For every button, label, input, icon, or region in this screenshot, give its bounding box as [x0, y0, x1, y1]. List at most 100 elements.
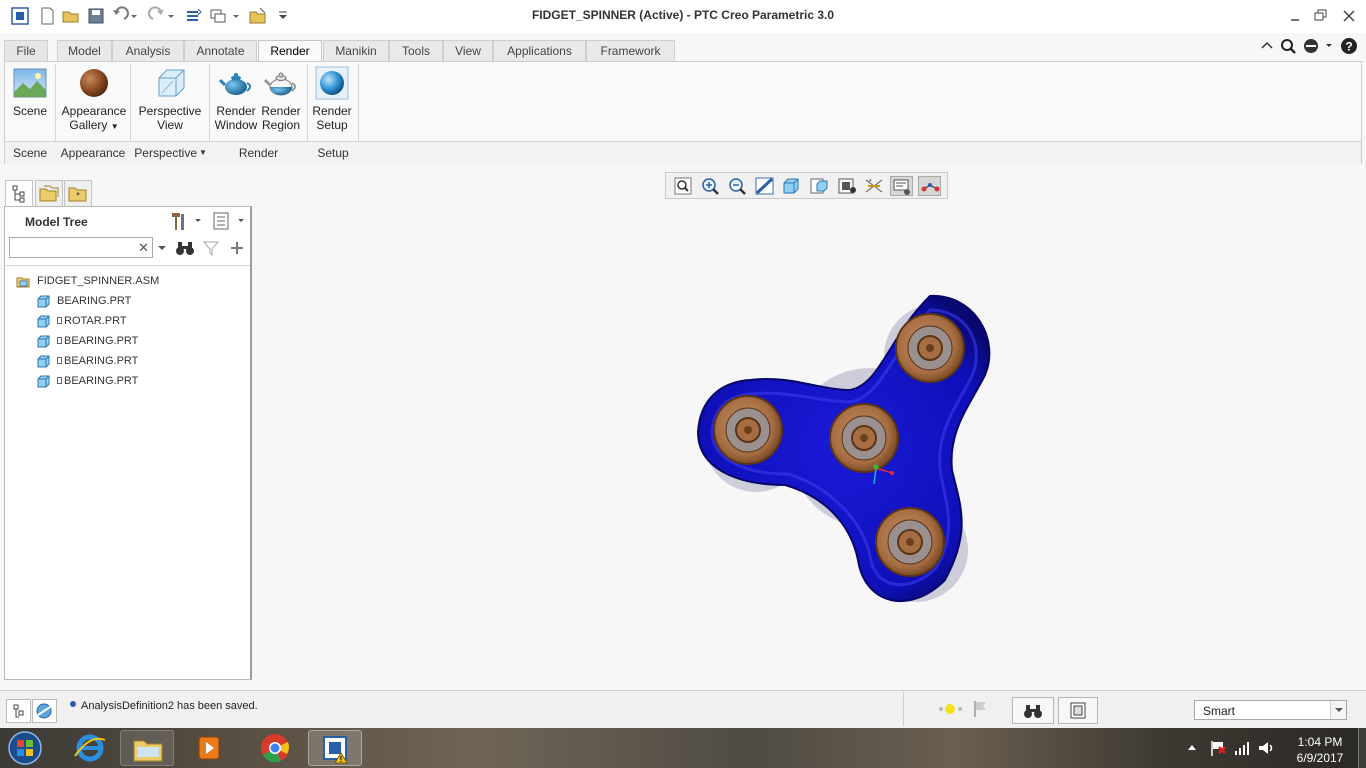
tree-item-part[interactable]: BEARING.PRT: [36, 292, 226, 310]
chrome-icon[interactable]: [248, 730, 302, 766]
scene-label: Scene: [12, 104, 48, 118]
tree-item-part[interactable]: ROTAR.PRT: [36, 312, 226, 330]
render-region-label-2: Region: [261, 118, 301, 132]
annotation-display-icon[interactable]: [890, 176, 913, 196]
tab-tools[interactable]: Tools: [389, 40, 443, 62]
render-setup-button[interactable]: Render Setup: [310, 66, 354, 132]
file-menu[interactable]: File ▼: [4, 40, 48, 77]
tab-annotate[interactable]: Annotate: [184, 40, 257, 62]
teapot-icon: [219, 66, 253, 100]
search-icon[interactable]: [1279, 37, 1297, 55]
group-perspective[interactable]: Perspective: [131, 146, 197, 160]
add-column-icon[interactable]: [228, 239, 246, 257]
graphics-toolbar: *: [665, 172, 948, 199]
minimize-button[interactable]: [1284, 6, 1306, 26]
perspective-view-button[interactable]: Perspective View: [135, 66, 205, 132]
model-tree-title: Model Tree: [25, 215, 88, 229]
tab-model[interactable]: Model: [57, 40, 112, 62]
perspective-view-label-2: View: [157, 118, 183, 132]
community-icon[interactable]: [1302, 37, 1336, 55]
collapse-ribbon-icon[interactable]: [1258, 37, 1276, 55]
group-appearance[interactable]: Appearance: [56, 146, 130, 160]
group-render[interactable]: Render: [210, 146, 307, 160]
tree-item-part[interactable]: BEARING.PRT: [36, 332, 226, 350]
restore-button[interactable]: [1310, 6, 1332, 26]
show-hidden-icons[interactable]: [1186, 740, 1198, 754]
tab-folder-browser[interactable]: [35, 180, 63, 207]
show-desktop-button[interactable]: [1358, 728, 1366, 768]
toggle-browser-icon[interactable]: [32, 699, 57, 723]
flag-icon[interactable]: [972, 699, 990, 719]
help-icon[interactable]: ?: [1340, 37, 1358, 55]
render-window-label-1: Render: [216, 104, 256, 118]
tab-view[interactable]: View: [443, 40, 493, 62]
start-button[interactable]: [3, 729, 47, 767]
render-region-label-1: Render: [261, 104, 301, 118]
tree-item-part[interactable]: BEARING.PRT: [36, 352, 226, 370]
appearance-sphere-icon: [77, 66, 111, 100]
tree-item-assembly[interactable]: FIDGET_SPINNER.ASM: [16, 272, 226, 290]
dropdown-arrow-icon[interactable]: [1330, 701, 1346, 719]
spin-center-icon[interactable]: [918, 176, 941, 196]
repaint-icon[interactable]: [753, 176, 776, 196]
graphics-viewport-model[interactable]: [680, 280, 1020, 620]
toggle-navigator-icon[interactable]: [6, 699, 31, 723]
window-title: FIDGET_SPINNER (Active) - PTC Creo Param…: [531, 8, 835, 22]
tab-model-tree[interactable]: [5, 180, 33, 207]
lock-marker-icon: [57, 337, 62, 344]
render-setup-label-2: Setup: [316, 118, 348, 132]
svg-text:*: *: [76, 191, 80, 202]
appearance-gallery-button[interactable]: Appearance Gallery ▼: [58, 66, 130, 134]
model-tree-search-input[interactable]: [9, 237, 153, 258]
group-scene[interactable]: Scene: [5, 146, 55, 160]
internet-explorer-icon[interactable]: [63, 730, 117, 766]
clear-search-icon[interactable]: ✕: [138, 240, 150, 255]
tab-render[interactable]: Render: [258, 40, 322, 63]
saved-orientations-icon[interactable]: [780, 176, 803, 196]
settings-tools-icon[interactable]: [168, 210, 204, 232]
show-options-icon[interactable]: [211, 210, 247, 232]
perspective-view-label-1: Perspective: [138, 104, 202, 118]
close-button[interactable]: [1338, 6, 1360, 26]
search-dropdown-icon[interactable]: [157, 243, 167, 253]
zoom-in-icon[interactable]: [699, 176, 722, 196]
tree-item-label: BEARING.PRT: [64, 355, 139, 367]
volume-icon[interactable]: [1256, 738, 1276, 758]
action-center-flag-icon[interactable]: [1208, 738, 1228, 758]
render-window-button[interactable]: Render Window: [212, 66, 260, 132]
tree-item-label: ROTAR.PRT: [64, 315, 127, 327]
ribbon-tab-bar: File ▼ Model Analysis Annotate Render Ma…: [0, 37, 1366, 77]
tree-item-part[interactable]: BEARING.PRT: [36, 372, 226, 390]
filter-icon[interactable]: [202, 239, 220, 257]
view-manager-icon[interactable]: [808, 176, 831, 196]
group-setup[interactable]: Setup: [308, 146, 358, 160]
zoom-out-icon[interactable]: [726, 176, 749, 196]
file-explorer-icon[interactable]: [120, 730, 174, 766]
favorites-folder-icon: *: [68, 187, 87, 202]
selection-filter-dropdown[interactable]: Smart: [1194, 700, 1347, 720]
render-setup-label-1: Render: [312, 104, 352, 118]
tab-favorites[interactable]: *: [64, 180, 92, 207]
display-style-icon[interactable]: [836, 176, 859, 196]
binoculars-find-icon[interactable]: [175, 239, 195, 257]
datum-display-icon[interactable]: *: [863, 176, 886, 196]
find-button[interactable]: [1012, 697, 1054, 724]
regeneration-status-icon[interactable]: [936, 701, 966, 717]
refit-icon[interactable]: [672, 176, 695, 196]
system-clock[interactable]: 1:04 PM 6/9/2017: [1284, 734, 1356, 766]
tab-applications[interactable]: Applications: [493, 40, 586, 62]
part-icon: [36, 335, 50, 348]
group-perspective-dropdown-icon[interactable]: ▼: [197, 148, 209, 157]
tab-framework[interactable]: Framework: [586, 40, 675, 62]
creo-taskbar-icon[interactable]: !: [308, 730, 362, 766]
ribbon-group-labels: Scene Appearance Perspective ▼ Render Se…: [5, 141, 1361, 164]
network-signal-icon[interactable]: [1232, 738, 1252, 758]
folder-browser-icon: [39, 185, 59, 202]
scene-button[interactable]: Scene: [9, 66, 51, 118]
selection-filter-button[interactable]: [1058, 697, 1098, 724]
binoculars-icon: [1024, 705, 1042, 718]
media-player-icon[interactable]: [182, 730, 236, 766]
render-region-button[interactable]: Render Region: [260, 66, 302, 132]
tab-analysis[interactable]: Analysis: [112, 40, 184, 62]
tab-manikin[interactable]: Manikin: [323, 40, 389, 62]
